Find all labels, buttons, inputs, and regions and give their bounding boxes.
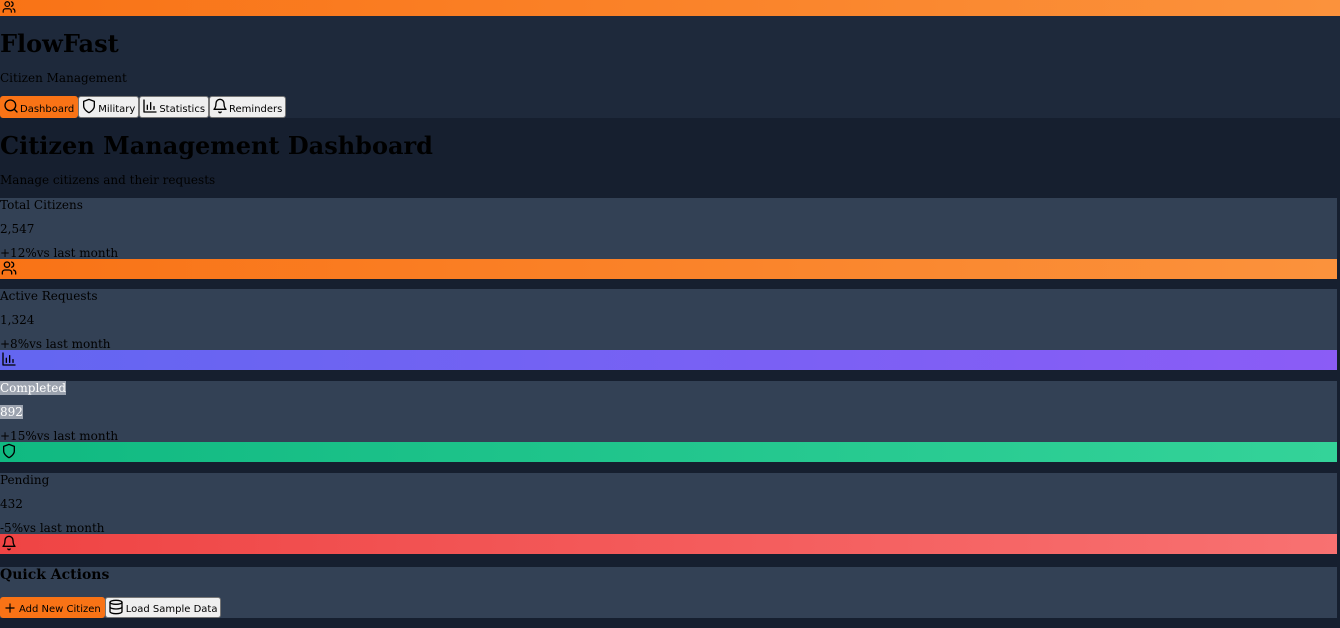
stat-icon-bar — [0, 350, 1337, 370]
stat-value-text: 892 — [0, 405, 23, 419]
page-title: Citizen Management Dashboard — [0, 131, 433, 160]
stat-card-active-requests: Active Requests 1,324 +8%vs last month — [0, 289, 1337, 370]
nav-statistics-button[interactable]: Statistics — [139, 96, 210, 118]
load-sample-data-label: Load Sample Data — [125, 604, 218, 615]
page-subtitle: Manage citizens and their requests — [0, 173, 216, 187]
stat-value: 432 — [0, 497, 23, 511]
app-subtitle: Citizen Management — [0, 71, 127, 85]
app-title: FlowFast — [0, 29, 119, 58]
bell-icon — [213, 98, 227, 114]
stat-icon-bar — [0, 534, 1337, 554]
stat-label: Total Citizens — [0, 198, 83, 212]
bar-chart-icon — [2, 352, 16, 366]
shield-icon — [83, 98, 96, 114]
stat-icon-bar — [0, 442, 1337, 462]
stat-card-total-citizens: Total Citizens 2,547 +12%vs last month — [0, 198, 1337, 279]
nav-military-label: Military — [98, 104, 136, 115]
stat-label: Completed — [0, 381, 67, 395]
load-sample-data-button[interactable]: Load Sample Data — [104, 597, 222, 618]
stat-change: +8% — [0, 337, 30, 351]
nav-reminders-label: Reminders — [229, 104, 283, 115]
add-new-citizen-button[interactable]: Add New Citizen — [0, 597, 105, 618]
stat-change-suffix: vs last month — [36, 429, 119, 443]
bar-chart-icon — [143, 99, 157, 113]
nav-dashboard-button[interactable]: Dashboard — [0, 96, 79, 118]
stat-change-suffix: vs last month — [29, 337, 111, 351]
stat-card-completed: Completed 892 +15%vs last month — [0, 381, 1337, 462]
stat-change: +15% — [0, 429, 37, 443]
add-new-citizen-label: Add New Citizen — [19, 604, 101, 615]
stat-change: -5% — [0, 521, 24, 535]
nav-statistics-label: Statistics — [159, 104, 206, 115]
search-icon — [4, 99, 18, 113]
stat-label-text: Completed — [0, 381, 67, 395]
database-icon — [109, 599, 123, 615]
stat-change-suffix: vs last month — [23, 521, 105, 535]
stat-change-suffix: vs last month — [36, 246, 119, 260]
stat-change: +12% — [0, 246, 37, 260]
nav-reminders-button[interactable]: Reminders — [209, 96, 287, 118]
nav-military-button[interactable]: Military — [78, 96, 140, 118]
main-nav: Dashboard Military Statistics Reminders — [0, 96, 287, 118]
stat-trend: +8%vs last month — [0, 337, 111, 351]
shield-icon — [3, 443, 15, 459]
brand-bar — [0, 0, 1340, 16]
quick-actions-title: Quick Actions — [0, 567, 110, 583]
users-icon — [1, 261, 17, 275]
stat-trend: +12%vs last month — [0, 246, 118, 260]
users-icon — [2, 1, 16, 13]
stat-label: Active Requests — [0, 289, 98, 303]
stat-value: 892 — [0, 405, 23, 419]
stat-label: Pending — [0, 473, 50, 487]
quick-actions-buttons: Add New Citizen Load Sample Data — [0, 597, 222, 618]
stat-value: 2,547 — [0, 222, 35, 236]
plus-icon — [5, 603, 15, 613]
stat-trend: -5%vs last month — [0, 521, 105, 535]
nav-dashboard-label: Dashboard — [20, 104, 75, 115]
stat-icon-bar — [0, 259, 1337, 279]
stat-value: 1,324 — [0, 313, 35, 327]
stat-trend: +15%vs last month — [0, 429, 118, 443]
stat-card-pending: Pending 432 -5%vs last month — [0, 473, 1337, 554]
bell-icon — [2, 535, 16, 551]
